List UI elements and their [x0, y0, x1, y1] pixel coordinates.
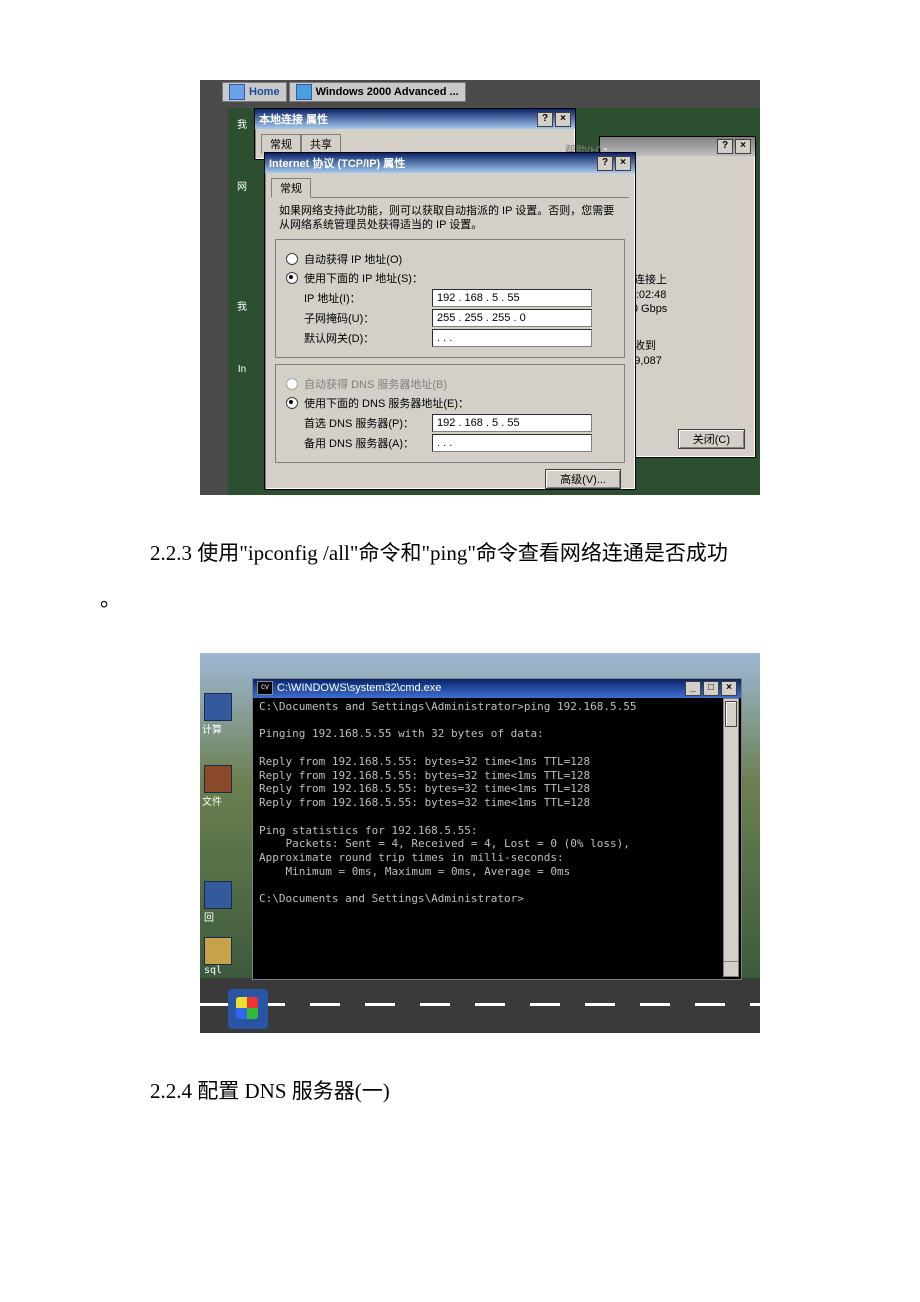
maximize-icon[interactable]: □ — [703, 681, 719, 696]
tab-general[interactable]: 常规 — [261, 134, 301, 154]
desktop-icon[interactable]: In — [230, 364, 254, 375]
conn-props-titlebar: 本地连接 属性 ? × — [255, 109, 575, 129]
tab-share[interactable]: 共享 — [301, 134, 341, 154]
desktop-icon-label: 计算 — [202, 721, 222, 736]
taskbar-app-label: Windows 2000 Advanced ... — [316, 86, 459, 98]
tcpip-properties-window: Internet 协议 (TCP/IP) 属性 ? × 常规 如果网络支持此功能… — [264, 152, 636, 490]
wallpaper-road — [200, 978, 760, 1033]
taskbar-home[interactable]: Home — [222, 82, 287, 102]
screenshot-cmd-ping: 计算 文件 回 sql cv C:\WINDOWS\system32\cmd.e… — [200, 653, 760, 1033]
taskbar-app[interactable]: Windows 2000 Advanced ... — [289, 82, 466, 102]
cmd-output[interactable]: C:\Documents and Settings\Administrator>… — [255, 698, 725, 977]
preferred-dns-field[interactable]: 192 . 168 . 5 . 55 — [432, 414, 592, 432]
screenshot-tcpip-dialog: Home Windows 2000 Advanced ... 我 网 我 In … — [200, 80, 760, 495]
tcpip-description: 如果网络支持此功能，则可以获取自动指派的 IP 设置。否则，您需要从网络系统管理… — [279, 204, 621, 233]
desktop-icon-label: sql — [204, 965, 222, 976]
radio-auto-dns: 自动获得 DNS 服务器地址(B) — [286, 376, 614, 392]
section-heading-224: 2.2.4 配置 DNS 服务器(一) — [150, 1073, 860, 1111]
close-icon[interactable]: × — [555, 112, 571, 127]
desktop-icon[interactable]: 我 — [230, 116, 254, 131]
scrollbar-arrow-down-icon[interactable] — [724, 961, 738, 976]
ip-address-label: IP 地址(I)： — [304, 290, 424, 306]
conn-props-tabs: 常规 共享 — [261, 133, 569, 154]
cmd-icon: cv — [257, 681, 273, 695]
dns-groupbox: 自动获得 DNS 服务器地址(B) 使用下面的 DNS 服务器地址(E)： 首选… — [275, 364, 625, 463]
radio-auto-ip[interactable]: 自动获得 IP 地址(O) — [286, 251, 614, 267]
ip-groupbox: 自动获得 IP 地址(O) 使用下面的 IP 地址(S)： IP 地址(I)： … — [275, 239, 625, 358]
radio-use-dns[interactable]: 使用下面的 DNS 服务器地址(E)： — [286, 395, 614, 411]
conn-props-title: 本地连接 属性 — [259, 111, 328, 127]
close-icon[interactable]: × — [735, 139, 751, 154]
desktop-icon-sql[interactable] — [204, 937, 232, 965]
tcpip-tabs: 常规 — [271, 177, 629, 198]
ip-address-field[interactable]: 192 . 168 . 5 . 55 — [432, 289, 592, 307]
gateway-field[interactable]: . . . — [432, 329, 592, 347]
preferred-dns-label: 首选 DNS 服务器(P)： — [304, 415, 424, 431]
section-heading-223-tail: 。 — [100, 583, 860, 613]
desktop-icon[interactable]: 网 — [230, 178, 254, 193]
advanced-button[interactable]: 高级(V)... — [545, 469, 621, 489]
close-icon[interactable]: × — [721, 681, 737, 696]
alt-dns-field[interactable]: . . . — [432, 434, 592, 452]
taskbar-home-label: Home — [249, 86, 280, 98]
minimize-icon[interactable]: _ — [685, 681, 701, 696]
cmd-title: C:\WINDOWS\system32\cmd.exe — [277, 682, 441, 694]
guest-desktop: 我 网 我 In . ? × 已连接上 00:02:48 — [228, 108, 760, 495]
help-icon[interactable]: ? — [717, 139, 733, 154]
section-heading-223: 2.2.3 使用"ipconfig /all"命令和"ping"命令查看网络连通… — [150, 535, 860, 573]
cmd-scrollbar[interactable] — [723, 698, 739, 977]
desktop-icon-computer[interactable] — [204, 693, 232, 721]
desktop-icon-recycle[interactable] — [204, 881, 232, 909]
subnet-mask-field[interactable]: 255 . 255 . 255 . 0 — [432, 309, 592, 327]
help-icon[interactable]: ? — [597, 156, 613, 171]
subnet-mask-label: 子网掩码(U)： — [304, 310, 424, 326]
help-icon[interactable]: ? — [537, 112, 553, 127]
cmd-window: cv C:\WINDOWS\system32\cmd.exe _ □ × C:\… — [252, 678, 742, 980]
desktop-icon-label: 回 — [204, 909, 214, 924]
desktop-icon-label: 文件 — [202, 793, 222, 808]
desktop-icon-file[interactable] — [204, 765, 232, 793]
tcpip-title: Internet 协议 (TCP/IP) 属性 — [269, 155, 405, 171]
home-icon — [229, 84, 245, 100]
app-icon — [296, 84, 312, 100]
cmd-titlebar: cv C:\WINDOWS\system32\cmd.exe _ □ × — [253, 679, 741, 698]
desktop-icon[interactable]: 我 — [230, 298, 254, 313]
scrollbar-thumb[interactable] — [725, 701, 737, 727]
vm-taskbar: Home Windows 2000 Advanced ... — [222, 82, 466, 102]
tab-general[interactable]: 常规 — [271, 178, 311, 198]
close-icon[interactable]: × — [615, 156, 631, 171]
close-button[interactable]: 关闭(C) — [678, 429, 745, 449]
start-button[interactable] — [228, 989, 268, 1029]
gateway-label: 默认网关(D)： — [304, 330, 424, 346]
radio-use-ip[interactable]: 使用下面的 IP 地址(S)： — [286, 270, 614, 286]
tcpip-titlebar: Internet 协议 (TCP/IP) 属性 ? × — [265, 153, 635, 173]
alt-dns-label: 备用 DNS 服务器(A)： — [304, 435, 424, 451]
